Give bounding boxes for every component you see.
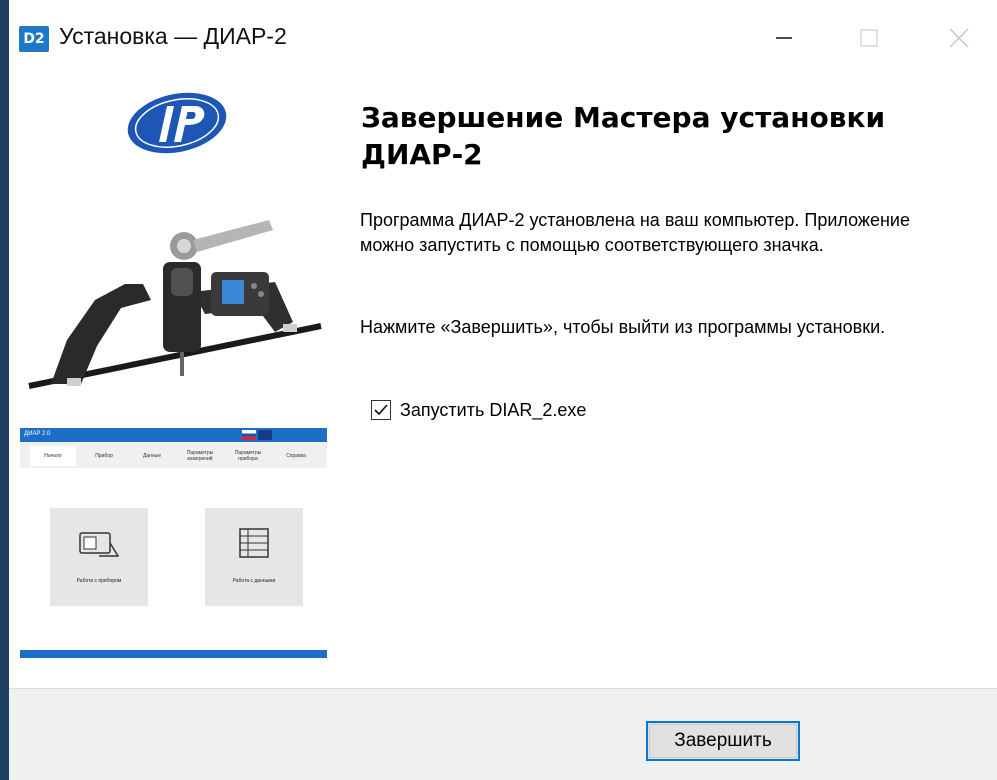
preview-tab: Параметры измерений: [186, 450, 214, 462]
preview-tabs: Начало Прибор Данные Параметры измерений…: [20, 442, 327, 468]
installer-window: D2 Установка — ДИАР-2 ДИАР 2.0 Начало Пр…: [9, 8, 997, 780]
device-photo: [28, 220, 322, 389]
brand-logo: [127, 92, 227, 154]
preview-tab: Справка: [286, 453, 306, 459]
maximize-button: [834, 8, 904, 68]
preview-title: ДИАР 2.0: [24, 431, 51, 437]
preview-titlebar: ДИАР 2.0: [20, 428, 327, 442]
preview-card-data: Работа с данными: [205, 508, 303, 606]
minimize-button[interactable]: [749, 8, 819, 68]
app-icon: D2: [19, 26, 49, 52]
software-preview: ДИАР 2.0 Начало Прибор Данные Параметры …: [20, 428, 328, 688]
preview-tab: Прибор: [95, 453, 113, 459]
preview-tab: Начало: [30, 446, 76, 466]
device-card-icon: [79, 532, 119, 557]
preview-status-bar: [20, 650, 327, 658]
preview-card-label: Работа с прибором: [76, 578, 122, 584]
flag-uk-icon: [258, 430, 272, 440]
install-complete-text: Программа ДИАР-2 установлена на ваш комп…: [360, 210, 910, 255]
checkbox-box[interactable]: [371, 400, 391, 420]
flag-ru-icon: [242, 430, 256, 440]
launch-app-checkbox[interactable]: Запустить DIAR_2.exe: [371, 397, 586, 423]
maximize-icon: [860, 29, 878, 47]
close-icon: [949, 28, 969, 48]
close-button[interactable]: [924, 8, 994, 68]
page-title: Завершение Мастера установки ДИАР-2: [361, 101, 886, 171]
checkmark-icon: [374, 404, 388, 416]
footer-bar: Завершить: [9, 689, 997, 780]
minimize-icon: [776, 37, 792, 39]
title-bar[interactable]: D2 Установка — ДИАР-2: [9, 8, 997, 68]
finish-instruction-text: Нажмите «Завершить», чтобы выйти из прог…: [360, 317, 886, 337]
window-frame-top: [9, 0, 997, 8]
launch-app-label[interactable]: Запустить DIAR_2.exe: [400, 400, 586, 421]
side-panel-image: ДИАР 2.0 Начало Прибор Данные Параметры …: [9, 68, 329, 688]
preview-tab: Данные: [142, 453, 162, 459]
list-card-icon: [239, 528, 269, 558]
preview-card-device: Работа с прибором: [50, 508, 148, 606]
window-title: Установка — ДИАР-2: [59, 23, 287, 49]
finish-button[interactable]: Завершить: [646, 721, 800, 761]
preview-tab: Параметры прибора: [234, 450, 262, 462]
preview-card-label: Работа с данными: [232, 578, 276, 584]
window-frame-edge: [0, 0, 9, 780]
